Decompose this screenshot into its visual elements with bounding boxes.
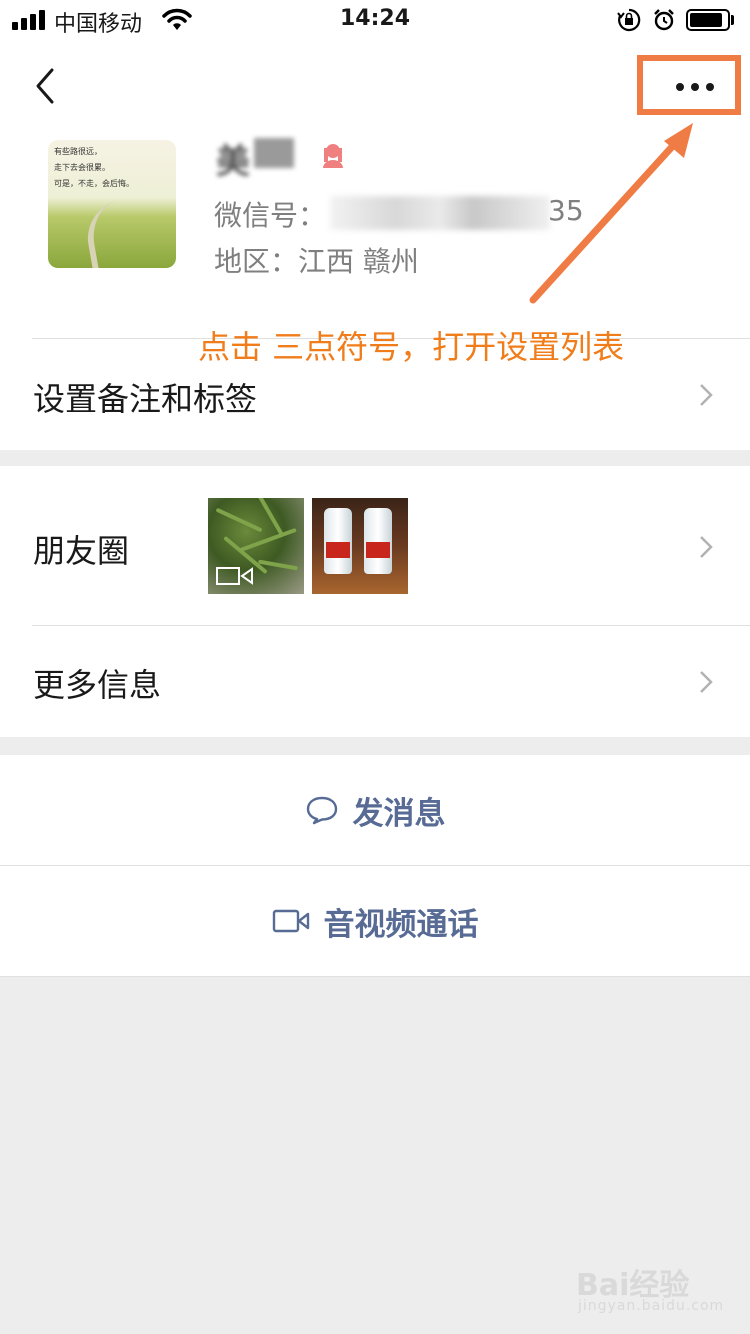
chat-bubble-icon — [306, 796, 337, 825]
send-message-label: 发消息 — [352, 795, 446, 832]
chevron-right-icon — [700, 536, 713, 558]
video-icon — [216, 567, 253, 585]
chevron-right-icon — [700, 384, 713, 406]
video-call-button[interactable]: 音视频通话 — [0, 866, 750, 976]
video-camera-icon — [272, 909, 309, 933]
divider — [0, 976, 750, 977]
bottle-shape — [324, 508, 352, 574]
more-info-label: 更多信息 — [33, 666, 162, 704]
video-call-label: 音视频通话 — [323, 906, 479, 943]
moments-thumbnail-photo[interactable] — [312, 498, 408, 594]
remark-row[interactable]: 设置备注和标签 — [0, 340, 750, 448]
chevron-right-icon — [700, 671, 713, 693]
thumb-detail — [239, 527, 297, 553]
moments-label: 朋友圈 — [33, 532, 130, 570]
bottle-shape — [364, 508, 392, 574]
watermark-url: jingyan.baidu.com — [578, 1298, 725, 1314]
send-message-button[interactable]: 发消息 — [0, 755, 750, 865]
thumb-detail — [215, 507, 263, 533]
more-info-row[interactable]: 更多信息 — [0, 626, 750, 736]
remark-label: 设置备注和标签 — [33, 380, 258, 418]
